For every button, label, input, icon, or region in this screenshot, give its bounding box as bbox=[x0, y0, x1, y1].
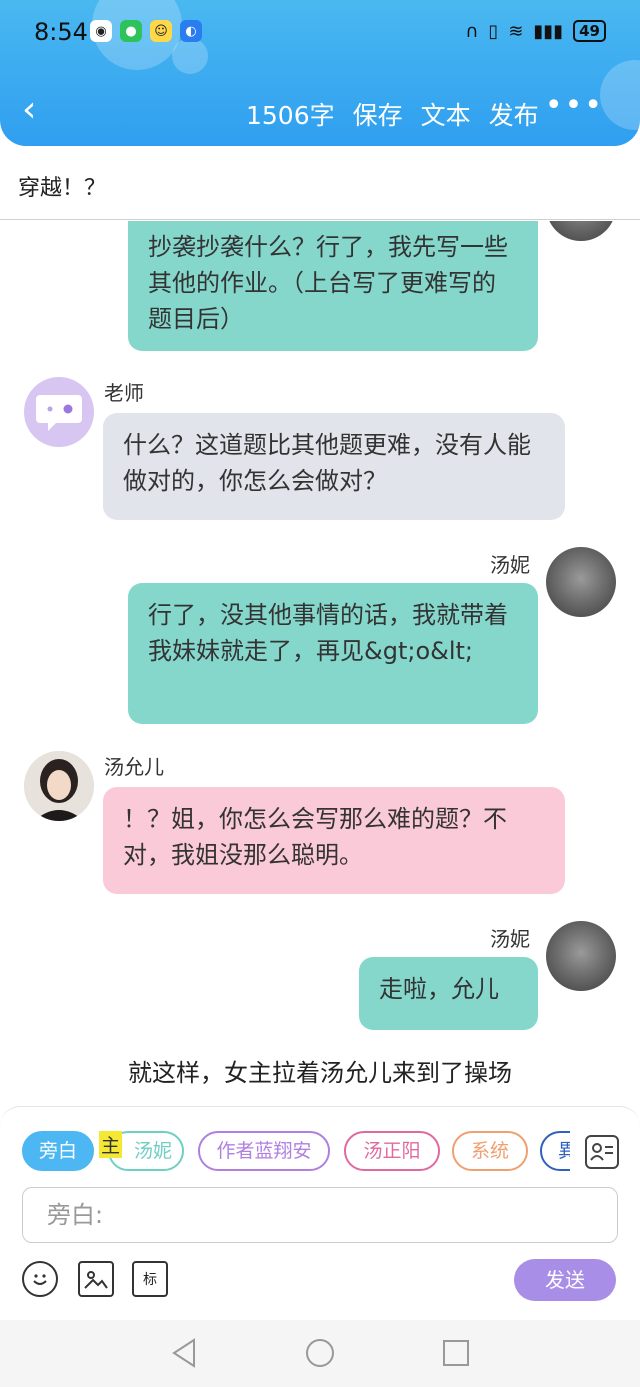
input-panel: 旁白 汤妮 主 作者蓝翔安 汤正阳 系统 異 旁白: 标 发送 bbox=[0, 1106, 640, 1320]
contact-card-icon[interactable] bbox=[585, 1135, 619, 1169]
role-chip-author[interactable]: 作者蓝翔安 bbox=[198, 1131, 330, 1171]
wifi-icon: ≋ bbox=[508, 20, 524, 42]
vibrate-icon: ▯ bbox=[488, 20, 499, 42]
status-time: 8:54 bbox=[34, 18, 88, 46]
sender-name: 老师 bbox=[104, 381, 144, 405]
word-count: 1506字 bbox=[246, 101, 335, 130]
avatar[interactable] bbox=[546, 221, 616, 241]
message-bubble[interactable]: 行了，没其他事情的话，我就带着我妹妹就走了，再见&gt;o&lt; bbox=[128, 583, 538, 724]
role-chip-system[interactable]: 系统 bbox=[452, 1131, 528, 1171]
sender-name: 汤妮 bbox=[490, 927, 530, 951]
status-bar: 8:54 ◉ ● ☺ ◐ ∩ ▯ ≋ ▮▮▮ 49 bbox=[0, 14, 640, 54]
sender-name: 汤妮 bbox=[490, 553, 530, 577]
home-circle-icon[interactable] bbox=[305, 1338, 335, 1368]
system-nav-bar bbox=[0, 1320, 640, 1387]
message-bubble[interactable]: 走啦，允儿 bbox=[359, 957, 538, 1030]
role-chip-narrator[interactable]: 旁白 bbox=[22, 1131, 94, 1171]
role-chip-tangzhengyang[interactable]: 汤正阳 bbox=[344, 1131, 440, 1171]
system-icons: ∩ ▯ ≋ ▮▮▮ 49 bbox=[465, 20, 606, 42]
message-input[interactable]: 旁白: bbox=[22, 1187, 618, 1243]
wechat-icon: ● bbox=[120, 20, 142, 42]
send-button[interactable]: 发送 bbox=[514, 1259, 616, 1301]
avatar[interactable] bbox=[546, 921, 616, 991]
mark-button[interactable]: 标 bbox=[132, 1261, 168, 1297]
protagonist-tag: 主 bbox=[99, 1131, 123, 1158]
chat-bubble-icon bbox=[36, 395, 82, 431]
app-icon: ◐ bbox=[180, 20, 202, 42]
recents-square-icon[interactable] bbox=[442, 1339, 470, 1367]
headphone-icon: ∩ bbox=[465, 20, 479, 42]
save-button[interactable]: 保存 bbox=[353, 96, 403, 132]
nav-bar: ‹ 1506字 保存 文本 发布 ••• bbox=[0, 86, 640, 138]
avatar[interactable] bbox=[546, 547, 616, 617]
publish-button[interactable]: 发布 bbox=[489, 96, 539, 132]
chat-area[interactable]: 抄袭抄袭什么？行了，我先写一些其他的作业。（上台写了更难写的题目后） 老师 什么… bbox=[0, 221, 640, 1106]
avatar[interactable] bbox=[24, 377, 94, 447]
emoji-icon[interactable] bbox=[22, 1261, 58, 1297]
back-icon[interactable]: ‹ bbox=[22, 92, 36, 128]
document-title-bar[interactable]: 穿越！？ bbox=[0, 150, 640, 220]
signal-icon: ▮▮▮ bbox=[533, 20, 564, 42]
app-icon: ☺ bbox=[150, 20, 172, 42]
app-header: 8:54 ◉ ● ☺ ◐ ∩ ▯ ≋ ▮▮▮ 49 ‹ 1506字 保存 文本 … bbox=[0, 0, 640, 146]
role-chip-more[interactable]: 異 bbox=[540, 1131, 570, 1171]
narration-text[interactable]: 就这样，女主拉着汤允儿来到了操场 bbox=[0, 1053, 640, 1088]
message-bubble[interactable]: ！？姐，你怎么会写那么难的题？不对，我姐没那么聪明。 bbox=[103, 787, 565, 894]
more-icon[interactable]: ••• bbox=[545, 88, 604, 123]
message-bubble[interactable]: 什么？这道题比其他题更难，没有人能做对的，你怎么会做对？ bbox=[103, 413, 565, 520]
image-icon[interactable] bbox=[78, 1261, 114, 1297]
document-title: 穿越！？ bbox=[18, 176, 107, 201]
text-button[interactable]: 文本 bbox=[421, 96, 471, 132]
avatar[interactable] bbox=[24, 751, 94, 821]
app-icon: ◉ bbox=[90, 20, 112, 42]
sender-name: 汤允儿 bbox=[104, 755, 164, 779]
battery-icon: 49 bbox=[573, 20, 606, 42]
notification-icons: ◉ ● ☺ ◐ bbox=[90, 20, 202, 42]
message-bubble[interactable]: 抄袭抄袭什么？行了，我先写一些其他的作业。（上台写了更难写的题目后） bbox=[128, 221, 538, 351]
avatar-photo bbox=[24, 751, 94, 821]
back-triangle-icon[interactable] bbox=[170, 1338, 198, 1368]
role-selector: 旁白 汤妮 主 作者蓝翔安 汤正阳 系统 異 bbox=[22, 1131, 570, 1171]
